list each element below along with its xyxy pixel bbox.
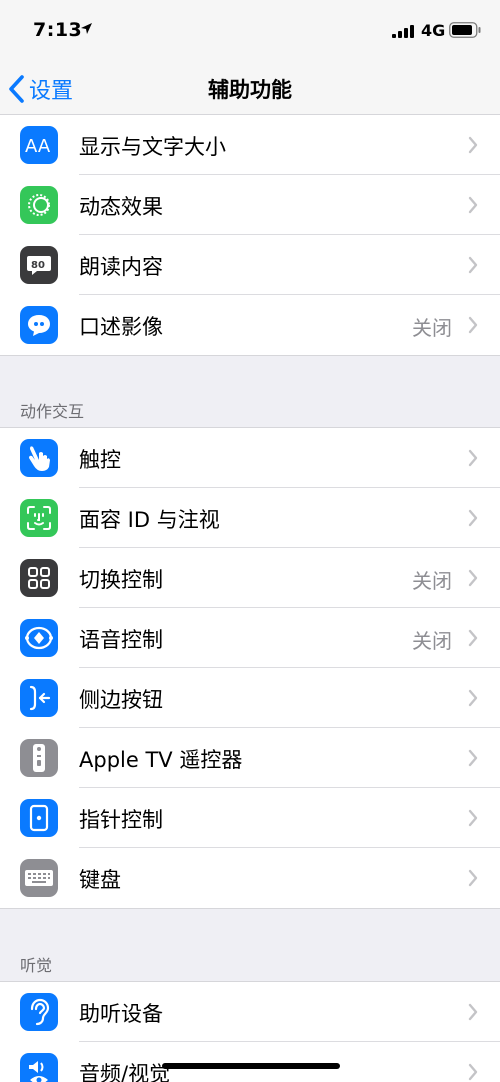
chevron-right-icon: [468, 749, 478, 767]
list-item-side-button[interactable]: 侧边按钮: [0, 668, 500, 728]
spoken-content-icon: 80: [20, 246, 58, 284]
list-item-label: 语音控制: [79, 628, 163, 652]
network-type: 4G: [421, 21, 446, 40]
status-bar: 7:13 4G: [0, 0, 500, 60]
section-header-hearing: 听觉: [20, 956, 53, 975]
side-button-icon: [20, 679, 58, 717]
svg-text:80: 80: [31, 260, 45, 271]
audio-description-icon: [20, 306, 58, 344]
list-item-motion[interactable]: 动态效果: [0, 175, 500, 235]
text-size-icon: AA: [20, 126, 58, 164]
list-item-label: 音频/视觉: [79, 1062, 171, 1082]
home-indicator[interactable]: [162, 1063, 340, 1069]
list-item-apple-tv-remote[interactable]: Apple TV 遥控器: [0, 728, 500, 788]
page-title: 辅助功能: [208, 78, 292, 102]
list-item-label: 指针控制: [79, 808, 163, 832]
list-item-audio-visual[interactable]: 音频/视觉: [0, 1042, 500, 1082]
touch-icon: [20, 439, 58, 477]
svg-text:AA: AA: [25, 136, 51, 155]
list-item-value: 关闭: [412, 316, 452, 340]
list-item-label: 助听设备: [79, 1002, 163, 1026]
signal-icon: [392, 25, 414, 38]
list-item-pointer-control[interactable]: 指针控制: [0, 788, 500, 848]
battery-icon: [449, 22, 481, 38]
chevron-right-icon: [468, 869, 478, 887]
navigation-bar: 设置 辅助功能: [0, 60, 500, 118]
voice-control-icon: [20, 619, 58, 657]
list-item-spoken-content[interactable]: 80 朗读内容: [0, 235, 500, 295]
interaction-group: 触控 面容 ID 与注视 切换控制 关闭 语音控制 关闭 侧边按钮 Apple …: [0, 427, 500, 909]
list-item-label: 键盘: [79, 868, 121, 892]
list-item-value: 关闭: [412, 629, 452, 653]
list-item-label: 侧边按钮: [79, 688, 163, 712]
pointer-control-icon: [20, 799, 58, 837]
status-time: 7:13: [33, 19, 83, 41]
list-item-label: 口述影像: [79, 315, 163, 339]
audio-visual-icon: [20, 1053, 58, 1082]
keyboard-icon: [20, 859, 58, 897]
list-item-label: 触控: [79, 448, 121, 472]
chevron-right-icon: [468, 256, 478, 274]
list-item-label: 朗读内容: [79, 255, 163, 279]
chevron-right-icon: [468, 1003, 478, 1021]
list-item-keyboard[interactable]: 键盘: [0, 848, 500, 908]
motion-icon: [20, 186, 58, 224]
list-item-switch-control[interactable]: 切换控制 关闭: [0, 548, 500, 608]
hearing-device-icon: [20, 993, 58, 1031]
list-item-touch[interactable]: 触控: [0, 428, 500, 488]
list-item-display-text-size[interactable]: AA 显示与文字大小: [0, 115, 500, 175]
switch-control-icon: [20, 559, 58, 597]
chevron-right-icon: [468, 629, 478, 647]
list-item-face-id[interactable]: 面容 ID 与注视: [0, 488, 500, 548]
list-item-voice-control[interactable]: 语音控制 关闭: [0, 608, 500, 668]
list-item-hearing-devices[interactable]: 助听设备: [0, 982, 500, 1042]
list-item-label: 显示与文字大小: [79, 135, 226, 159]
list-item-audio-description[interactable]: 口述影像 关闭: [0, 295, 500, 355]
list-item-label: 面容 ID 与注视: [79, 508, 220, 532]
chevron-right-icon: [468, 1063, 478, 1081]
chevron-right-icon: [468, 136, 478, 154]
chevron-right-icon: [468, 509, 478, 527]
face-id-icon: [20, 499, 58, 537]
section-header-interaction: 动作交互: [20, 402, 85, 421]
chevron-right-icon: [468, 809, 478, 827]
list-item-label: 切换控制: [79, 568, 163, 592]
apple-tv-remote-icon: [20, 739, 58, 777]
chevron-right-icon: [468, 316, 478, 334]
chevron-right-icon: [468, 196, 478, 214]
location-arrow-icon: [81, 23, 92, 34]
chevron-right-icon: [468, 689, 478, 707]
list-item-label: Apple TV 遥控器: [79, 748, 243, 772]
chevron-right-icon: [468, 449, 478, 467]
list-item-value: 关闭: [412, 569, 452, 593]
vision-group: AA 显示与文字大小 动态效果 80 朗读内容 口述影像 关闭: [0, 114, 500, 356]
chevron-right-icon: [468, 569, 478, 587]
list-item-label: 动态效果: [79, 195, 163, 219]
